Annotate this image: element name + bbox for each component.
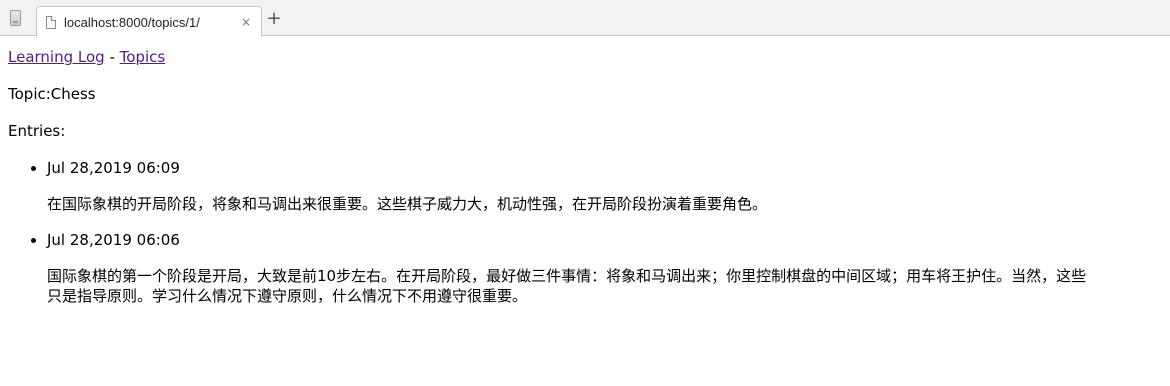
nav-separator: -	[109, 48, 115, 66]
close-tab-icon[interactable]: ×	[239, 15, 253, 29]
list-item: Jul 28,2019 06:09 在国际象棋的开局阶段，将象和马调出来很重要。…	[47, 157, 1162, 214]
topic-heading: Topic:Chess	[8, 85, 96, 103]
entry-text: 在国际象棋的开局阶段，将象和马调出来很重要。这些棋子威力大，机动性强，在开局阶段…	[47, 195, 768, 213]
site-nav: Learning Log - Topics	[8, 46, 1162, 68]
topics-link[interactable]: Topics	[120, 48, 166, 66]
browser-tab[interactable]: localhost:8000/topics/1/ ×	[36, 6, 262, 37]
entries-label: Entries:	[8, 122, 66, 140]
browser-tab-strip: localhost:8000/topics/1/ × +	[0, 0, 1170, 37]
entries-list: Jul 28,2019 06:09 在国际象棋的开局阶段，将象和马调出来很重要。…	[8, 157, 1162, 306]
page-icon	[46, 15, 56, 29]
tab-title: localhost:8000/topics/1/	[64, 14, 200, 30]
learning-log-link[interactable]: Learning Log	[8, 48, 105, 66]
entry-date: Jul 28,2019 06:06	[47, 231, 180, 249]
entry-date: Jul 28,2019 06:09	[47, 159, 180, 177]
list-item: Jul 28,2019 06:06 国际象棋的第一个阶段是开局，大致是前10步左…	[47, 229, 1162, 306]
entry-text: 国际象棋的第一个阶段是开局，大致是前10步左右。在开局阶段，最好做三件事情：将象…	[47, 267, 1087, 305]
tablet-icon[interactable]	[10, 10, 21, 26]
page-content: Learning Log - Topics Topic:Chess Entrie…	[0, 36, 1170, 306]
new-tab-button[interactable]: +	[264, 8, 284, 30]
